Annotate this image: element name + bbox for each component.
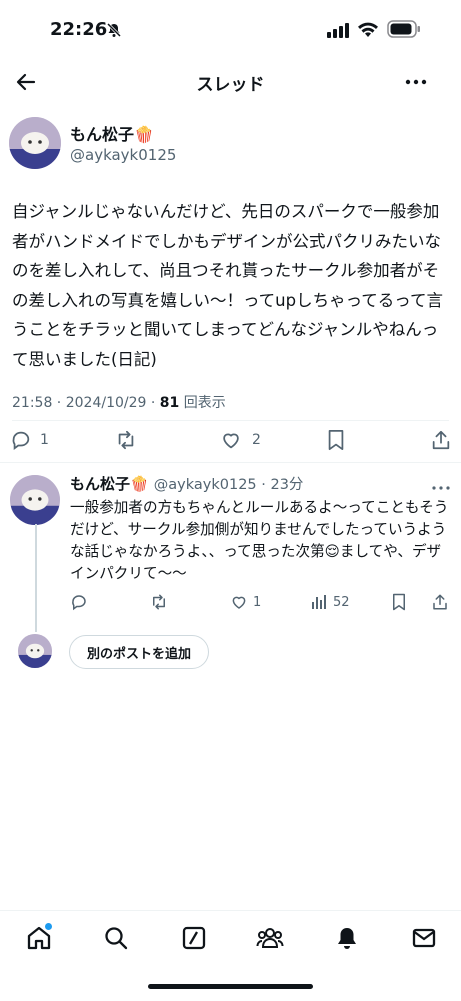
- messages-icon: [412, 928, 436, 948]
- reply-like-count: 1: [253, 594, 262, 610]
- share-icon: [432, 430, 450, 450]
- reply-header: もん松子🍿 @aykayk0125 · 23分: [70, 473, 303, 494]
- more-horizontal-icon: [405, 79, 427, 85]
- grok-icon: [182, 926, 206, 950]
- reply-age[interactable]: 23分: [270, 477, 303, 493]
- post-time[interactable]: 21:58: [12, 395, 52, 411]
- avatar-image: [10, 475, 60, 525]
- search-icon: [105, 927, 128, 950]
- like-button[interactable]: 2: [220, 428, 261, 452]
- bookmark-icon: [328, 429, 344, 451]
- like-count: 2: [252, 432, 261, 448]
- repost-icon: [118, 430, 134, 450]
- tab-search[interactable]: [103, 925, 129, 955]
- home-indicator: [148, 984, 313, 989]
- reply-views-count: 52: [333, 594, 350, 610]
- divider: [0, 462, 461, 463]
- divider: [12, 420, 449, 421]
- reply-text: 一般参加者の方もちゃんとルールあるよ〜ってこともそうだけど、サークル参加側が知り…: [70, 499, 449, 582]
- views-count: 81: [159, 395, 180, 411]
- reply-views-button[interactable]: 52: [311, 592, 350, 612]
- wifi-icon: [357, 21, 379, 42]
- bookmark-icon: [393, 593, 405, 611]
- thread-line: [35, 524, 37, 632]
- reply-avatar[interactable]: [10, 475, 60, 525]
- avatar-image: [18, 634, 52, 668]
- reply-author-name[interactable]: もん松子🍿: [70, 475, 149, 493]
- author-name[interactable]: もん松子🍿: [70, 121, 154, 145]
- reply-reply-button[interactable]: [70, 592, 88, 612]
- avatar-image: [9, 117, 61, 169]
- avatar[interactable]: [9, 117, 61, 169]
- analytics-icon: [312, 595, 326, 609]
- more-horizontal-icon: [432, 486, 450, 490]
- cellular-signal-icon: [327, 22, 351, 42]
- compose-avatar: [18, 634, 52, 668]
- tab-messages[interactable]: [411, 925, 437, 955]
- heart-icon: [232, 596, 246, 609]
- reply-like-button[interactable]: 1: [230, 592, 261, 612]
- heart-icon: [223, 433, 239, 449]
- reply-count: 1: [40, 432, 49, 448]
- battery-icon: [387, 20, 421, 42]
- tab-communities[interactable]: [256, 925, 284, 955]
- notifications-icon: [338, 928, 356, 949]
- tab-grok[interactable]: [181, 925, 207, 955]
- more-options-button[interactable]: [404, 70, 428, 98]
- reply-repost-button[interactable]: [149, 592, 169, 612]
- tab-home[interactable]: [26, 923, 52, 955]
- reply-more-button[interactable]: [431, 478, 451, 497]
- share-button[interactable]: [430, 428, 452, 452]
- reply-icon: [72, 595, 86, 611]
- reply-icon: [12, 431, 30, 450]
- author-handle[interactable]: @aykayk0125: [70, 146, 176, 164]
- repost-button[interactable]: [114, 428, 138, 452]
- reply-share-button[interactable]: [431, 592, 449, 612]
- views-label: 回表示: [183, 395, 226, 411]
- bookmark-button[interactable]: [326, 428, 346, 452]
- add-post-button[interactable]: 別のポストを追加: [69, 635, 209, 669]
- communities-icon: [256, 928, 284, 948]
- post-meta: 21:58 · 2024/10/29 · 81 回表示: [12, 395, 226, 411]
- share-icon: [433, 594, 447, 610]
- post-date[interactable]: 2024/10/29: [66, 395, 147, 411]
- reply-author-handle[interactable]: @aykayk0125: [154, 477, 257, 493]
- notification-dot: [45, 923, 52, 930]
- post-text: 自ジャンルじゃないんだけど、先日のスパークで一般参加者がハンドメイドでしかもデザ…: [12, 202, 443, 369]
- page-title: スレッド: [196, 75, 265, 95]
- reply-button[interactable]: 1: [10, 428, 49, 452]
- tab-notifications[interactable]: [334, 925, 360, 955]
- reply-bookmark-button[interactable]: [391, 592, 407, 612]
- status-time: 22:26: [50, 19, 108, 40]
- reply-dot: ·: [256, 477, 271, 493]
- silent-mode-icon: [106, 22, 122, 42]
- repost-icon: [153, 594, 165, 610]
